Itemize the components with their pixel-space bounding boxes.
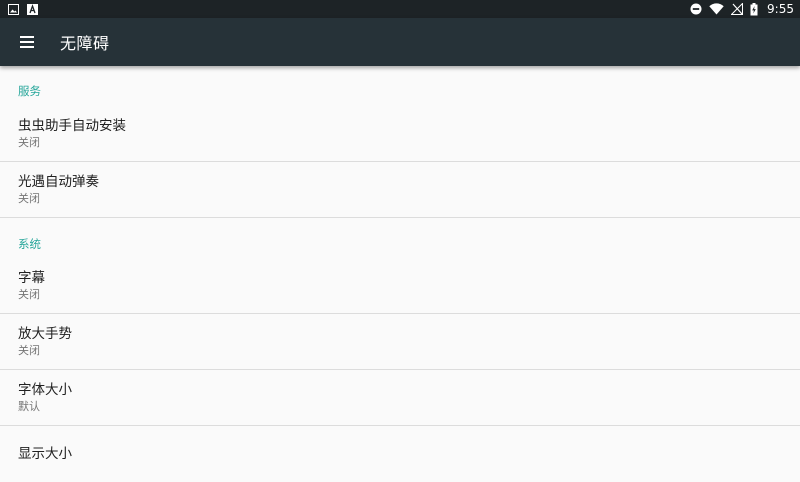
pref-title: 光遇自动弹奏 — [18, 174, 99, 190]
battery-charging-icon — [750, 2, 758, 16]
pref-summary: 关闭 — [18, 136, 40, 149]
settings-list: 服务 虫虫助手自动安装 关闭 光遇自动弹奏 关闭 系统 字幕 关闭 放大手势 关… — [0, 66, 800, 462]
pref-summary: 默认 — [18, 400, 40, 413]
image-icon — [8, 3, 19, 15]
toolbar: 无障碍 — [0, 18, 800, 66]
pref-summary: 关闭 — [18, 192, 40, 205]
no-signal-icon — [731, 3, 744, 15]
pref-item-captions[interactable]: 字幕 关闭 — [0, 258, 800, 314]
pref-item-display-size[interactable]: 显示大小 — [0, 426, 800, 482]
wifi-icon — [709, 3, 724, 15]
status-bar-left — [8, 3, 38, 15]
pref-title: 字幕 — [18, 270, 45, 286]
status-bar-right: 9:55 — [690, 2, 794, 16]
pref-summary: 关闭 — [18, 288, 40, 301]
category-header-system: 系统 — [18, 237, 41, 251]
pref-item-font-size[interactable]: 字体大小 默认 — [0, 370, 800, 426]
do-not-disturb-icon — [690, 3, 702, 15]
hamburger-menu-icon[interactable] — [0, 18, 54, 66]
pref-item-auto-play[interactable]: 光遇自动弹奏 关闭 — [0, 162, 800, 218]
page-title: 无障碍 — [60, 34, 110, 53]
a-letter-icon — [27, 3, 38, 15]
pref-item-auto-install[interactable]: 虫虫助手自动安装 关闭 — [0, 106, 800, 162]
category-header-services: 服务 — [18, 84, 41, 98]
pref-item-magnification[interactable]: 放大手势 关闭 — [0, 314, 800, 370]
status-time: 9:55 — [767, 2, 794, 16]
pref-title: 放大手势 — [18, 326, 72, 342]
status-bar: 9:55 — [0, 0, 800, 18]
pref-title: 显示大小 — [18, 446, 72, 462]
pref-title: 虫虫助手自动安装 — [18, 118, 126, 134]
pref-title: 字体大小 — [18, 382, 72, 398]
pref-summary: 关闭 — [18, 344, 40, 357]
